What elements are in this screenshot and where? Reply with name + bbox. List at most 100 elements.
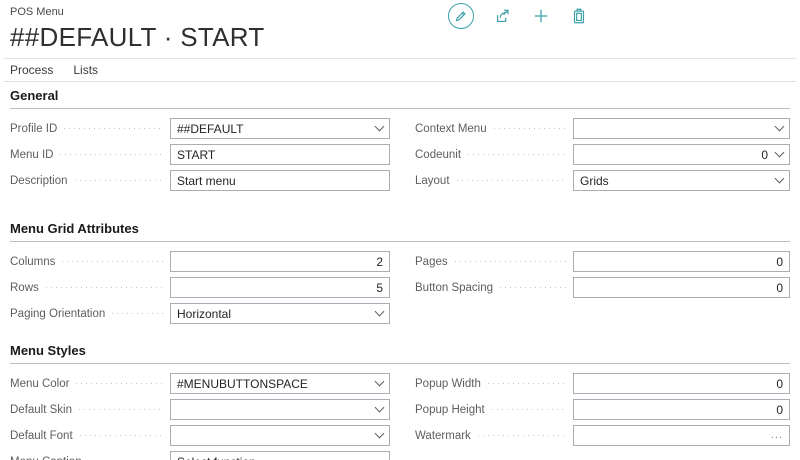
grid-attrs-left-column: Columns 2 Rows 5 Paging Or [10, 251, 390, 329]
field-rows: Rows 5 [10, 277, 390, 298]
dotted-leader [492, 409, 566, 410]
field-profile-id: Profile ID ##DEFAULT [10, 118, 390, 139]
dotted-leader [76, 383, 163, 384]
field-popup-width: Popup Width 0 [415, 373, 790, 394]
dotted-leader [468, 154, 566, 155]
section-heading[interactable]: General [10, 88, 790, 109]
field-value: Horizontal [177, 307, 368, 321]
page-title: ##DEFAULT · START [10, 22, 265, 53]
chevron-down-icon[interactable] [375, 429, 385, 439]
share-icon[interactable] [494, 7, 512, 25]
field-label: Rows [10, 282, 39, 294]
layout-input[interactable]: Grids [573, 170, 790, 191]
field-label: Layout [415, 175, 450, 187]
field-popup-height: Popup Height 0 [415, 399, 790, 420]
default-skin-input[interactable] [170, 399, 390, 420]
popup-height-input[interactable]: 0 [573, 399, 790, 420]
description-input[interactable]: Start menu [170, 170, 390, 191]
watermark-input[interactable]: ... [573, 425, 790, 446]
assist-edit-icon[interactable]: ... [771, 430, 783, 441]
field-label: Description [10, 175, 68, 187]
field-menu-color: Menu Color #MENUBUTTONSPACE [10, 373, 390, 394]
button-spacing-input[interactable]: 0 [573, 277, 790, 298]
pos-menu-card-page: POS Menu [0, 0, 800, 460]
section-menu-grid-attributes: Menu Grid Attributes Columns 2 Rows [10, 221, 790, 329]
field-description: Description Start menu [10, 170, 390, 191]
dotted-leader [79, 409, 163, 410]
field-label: Profile ID [10, 123, 57, 135]
chevron-down-icon[interactable] [375, 307, 385, 317]
grid-attrs-right-column: Pages 0 Button Spacing 0 [415, 251, 790, 303]
field-paging-orientation: Paging Orientation Horizontal [10, 303, 390, 324]
field-pages: Pages 0 [415, 251, 790, 272]
field-label: Menu Color [10, 378, 69, 390]
new-plus-icon[interactable] [532, 7, 550, 25]
dotted-leader [80, 435, 163, 436]
paging-orientation-input[interactable]: Horizontal [170, 303, 390, 324]
field-label: Popup Height [415, 404, 485, 416]
section-heading[interactable]: Menu Grid Attributes [10, 221, 790, 242]
popup-width-input[interactable]: 0 [573, 373, 790, 394]
field-watermark: Watermark ... [415, 425, 790, 446]
chevron-down-icon[interactable] [375, 122, 385, 132]
default-font-input[interactable] [170, 425, 390, 446]
field-value: Select function [177, 455, 383, 460]
dotted-leader [60, 154, 163, 155]
menu-id-input[interactable]: START [170, 144, 390, 165]
context-menu-input[interactable] [573, 118, 790, 139]
field-label: Default Font [10, 430, 73, 442]
tab-lists[interactable]: Lists [73, 63, 98, 77]
codeunit-input[interactable]: 0 [573, 144, 790, 165]
page-caption: POS Menu [10, 6, 64, 18]
dotted-leader [500, 287, 566, 288]
dotted-leader [64, 128, 163, 129]
page-toolbar [448, 2, 588, 30]
field-label: Codeunit [415, 149, 461, 161]
field-value: 0 [580, 403, 783, 417]
card-content: General Profile ID ##DEFAULT Menu ID [10, 88, 790, 460]
field-label: Watermark [415, 430, 471, 442]
section-heading[interactable]: Menu Styles [10, 343, 790, 364]
field-label: Context Menu [415, 123, 487, 135]
field-menu-id: Menu ID START [10, 144, 390, 165]
dotted-leader [488, 383, 566, 384]
field-context-menu: Context Menu [415, 118, 790, 139]
field-label: Columns [10, 256, 55, 268]
field-value: 2 [177, 255, 383, 269]
dotted-leader [457, 180, 566, 181]
field-label: Popup Width [415, 378, 481, 390]
field-button-spacing: Button Spacing 0 [415, 277, 790, 298]
field-menu-caption: Menu Caption Select function [10, 451, 390, 460]
columns-input[interactable]: 2 [170, 251, 390, 272]
chevron-down-icon[interactable] [775, 122, 785, 132]
edit-pencil-icon[interactable] [448, 3, 474, 29]
field-columns: Columns 2 [10, 251, 390, 272]
dotted-leader [62, 261, 163, 262]
chevron-down-icon[interactable] [775, 148, 785, 158]
field-label: Button Spacing [415, 282, 493, 294]
pages-input[interactable]: 0 [573, 251, 790, 272]
menu-color-input[interactable]: #MENUBUTTONSPACE [170, 373, 390, 394]
chevron-down-icon[interactable] [375, 377, 385, 387]
dotted-leader [112, 313, 163, 314]
tab-process[interactable]: Process [10, 63, 53, 77]
field-label: Paging Orientation [10, 308, 105, 320]
menu-caption-input[interactable]: Select function [170, 451, 390, 460]
field-value: Grids [580, 174, 768, 188]
dotted-leader [75, 180, 163, 181]
field-layout: Layout Grids [415, 170, 790, 191]
rows-input[interactable]: 5 [170, 277, 390, 298]
field-value: 0 [580, 255, 783, 269]
field-value: START [177, 148, 383, 162]
menu-styles-right-column: Popup Width 0 Popup Height 0 [415, 373, 790, 451]
section-general: General Profile ID ##DEFAULT Menu ID [10, 88, 790, 196]
profile-id-input[interactable]: ##DEFAULT [170, 118, 390, 139]
field-label: Default Skin [10, 404, 72, 416]
delete-trash-icon[interactable] [570, 7, 588, 25]
field-value: #MENUBUTTONSPACE [177, 377, 368, 391]
section-menu-styles: Menu Styles Menu Color #MENUBUTTONSPACE … [10, 343, 790, 460]
field-label: Pages [415, 256, 448, 268]
chevron-down-icon[interactable] [375, 403, 385, 413]
chevron-down-icon[interactable] [775, 174, 785, 184]
general-left-column: Profile ID ##DEFAULT Menu ID START [10, 118, 390, 196]
